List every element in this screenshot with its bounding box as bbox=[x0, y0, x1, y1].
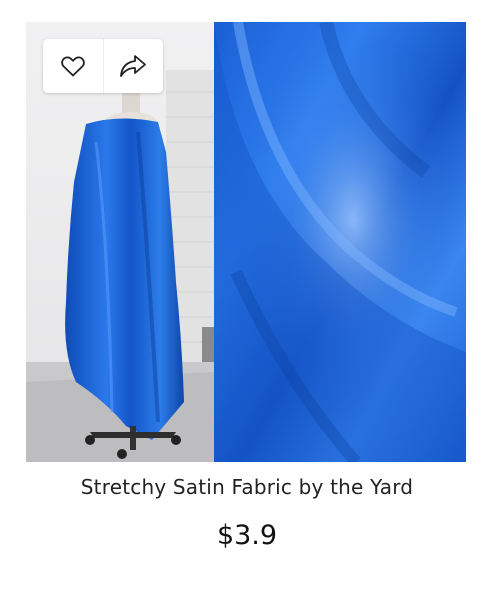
product-card: Stretchy Satin Fabric by the Yard $3.9 bbox=[0, 0, 494, 596]
product-title[interactable]: Stretchy Satin Fabric by the Yard bbox=[0, 470, 494, 504]
share-icon bbox=[120, 55, 147, 77]
product-price: $3.9 bbox=[216, 520, 278, 551]
image-action-bar bbox=[43, 39, 163, 93]
share-button[interactable] bbox=[102, 39, 164, 93]
heart-icon bbox=[60, 56, 85, 77]
favorite-button[interactable] bbox=[43, 39, 103, 93]
